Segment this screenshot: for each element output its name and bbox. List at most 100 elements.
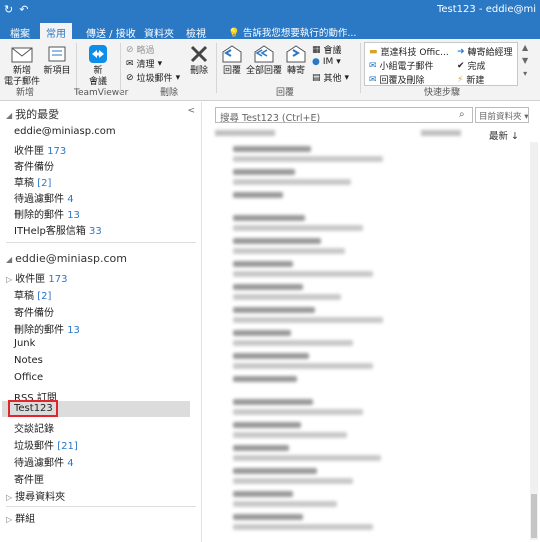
quick-step-item[interactable]: ✉ 小組電子郵件 [369, 59, 434, 73]
undo-icon[interactable]: ↶ [19, 3, 28, 16]
forward-manager-icon: ➜ [457, 46, 465, 57]
scrollbar[interactable] [530, 142, 538, 540]
tab-view[interactable]: 檢視 [180, 23, 212, 40]
sidebar-item-notes[interactable]: Notes [14, 355, 43, 366]
im-button[interactable]: ● IM ▾ [312, 57, 341, 67]
sort-order[interactable]: 最新 ↓ [489, 128, 519, 142]
message-row[interactable] [233, 514, 303, 520]
tab-send-receive[interactable]: 傳送 / 接收 [80, 23, 142, 40]
unread-count: 4 [67, 194, 74, 205]
sidebar-item-drafts[interactable]: 草稿 [2] [14, 287, 51, 302]
reply-all-button[interactable]: 全部回覆 [246, 43, 282, 77]
tab-folder[interactable]: 資料夾 [138, 23, 180, 40]
forward-button[interactable]: 轉寄 [284, 43, 308, 77]
message-row[interactable] [233, 330, 291, 336]
group-delete-label: 刪除 [160, 88, 179, 98]
message-row[interactable] [233, 353, 309, 359]
message-row[interactable] [233, 192, 283, 198]
lightning-icon: ⚡ [457, 74, 464, 85]
search-scope-select[interactable]: 目前資料夾 ▾ [475, 107, 529, 123]
message-row[interactable] [233, 468, 317, 474]
sidebar-item-test123[interactable]: Test123 [14, 403, 53, 414]
ribbon-tab-bar: 檔案 常用 傳送 / 接收 資料夾 檢視 💡 告訴我您想要執行的動作... [0, 20, 540, 40]
chevron-down-icon: ▾ [344, 72, 350, 83]
message-row[interactable] [233, 215, 305, 221]
teamviewer-meeting-button[interactable]: 新 會議 [82, 43, 114, 88]
sidebar-item-inbox[interactable]: ▷ 收件匣 173 [6, 270, 67, 285]
message-row[interactable] [233, 491, 293, 497]
message-row[interactable] [233, 238, 321, 244]
message-row[interactable] [233, 261, 293, 267]
mailbox-account-header[interactable]: ◢ eddie@miniasp.com [6, 252, 127, 265]
new-items-label: 新項目 [43, 66, 71, 76]
sidebar-item-junk[interactable]: Junk [14, 338, 35, 349]
message-preview [233, 455, 381, 461]
groups-header[interactable]: ▷ 群組 [6, 510, 35, 525]
chevron-right-icon[interactable]: ▷ [6, 493, 12, 502]
sidebar-item-ithelp-fav[interactable]: ITHelp客服信箱 33 [14, 222, 102, 237]
group-new-label: 新增 [16, 88, 35, 98]
group-respond-label: 回覆 [276, 88, 295, 98]
sidebar-item-deleted-fav[interactable]: 刪除的郵件 13 [14, 206, 80, 221]
more-icon: ▤ [312, 72, 321, 83]
quick-step-item[interactable]: ✉ 回覆及刪除 [369, 73, 425, 87]
favorites-header[interactable]: ◢ 我的最愛 [6, 106, 59, 122]
message-row[interactable] [233, 445, 289, 451]
sidebar-item-sent-fav[interactable]: 寄件備份 [14, 158, 54, 173]
search-icon[interactable]: ⌕ [459, 109, 465, 120]
more-respond-button[interactable]: ▤ 其他 ▾ [312, 71, 350, 85]
search-input[interactable]: 搜尋 Test123 (Ctrl+E) [215, 107, 473, 124]
reply-button[interactable]: 回覆 [220, 43, 244, 77]
sidebar-item-office[interactable]: Office [14, 372, 43, 383]
sidebar-item-sent[interactable]: 寄件備份 [14, 304, 54, 319]
tab-home[interactable]: 常用 [40, 23, 72, 40]
sidebar-item-outbox[interactable]: 寄件匣 [14, 471, 44, 486]
chevron-right-icon[interactable]: ▷ [6, 515, 12, 524]
sidebar-item-drafts-fav[interactable]: 草稿 [2] [14, 174, 51, 189]
message-row[interactable] [233, 307, 315, 313]
message-row[interactable] [233, 399, 313, 405]
sidebar-item-junk-email[interactable]: 垃圾郵件 [21] [14, 437, 78, 452]
quick-step-item[interactable]: ▬ 崑達科技 Offic... [369, 45, 449, 59]
new-email-button[interactable]: 新增 電子郵件 [4, 43, 40, 88]
message-row[interactable] [233, 146, 311, 152]
message-preview [233, 501, 337, 507]
folder-label: Test123 [14, 403, 53, 414]
new-items-button[interactable]: 新項目 [42, 43, 72, 77]
filter-tabs-blurred [215, 130, 275, 136]
message-row[interactable] [233, 169, 295, 175]
sidebar-item-search-folders[interactable]: ▷ 搜尋資料夾 [6, 488, 65, 503]
ignore-button[interactable]: ⊘ 略過 [126, 43, 155, 57]
message-row[interactable] [233, 284, 303, 290]
scrollbar-thumb[interactable] [531, 494, 537, 538]
message-row[interactable] [233, 422, 301, 428]
sidebar-item-deleted[interactable]: 刪除的郵件 13 [14, 321, 80, 336]
quick-steps-scroll[interactable]: ▲ ▼ ▾ [522, 43, 528, 78]
sync-icon[interactable]: ↻ [4, 3, 13, 16]
sidebar-item-inbox-fav[interactable]: 收件匣 173 [14, 142, 66, 157]
sidebar-item-pending[interactable]: 待過濾郵件 4 [14, 454, 74, 469]
chevron-right-icon[interactable]: ▷ [6, 275, 12, 284]
quick-step-item[interactable]: ➜ 轉寄給經理 [457, 45, 513, 59]
ignore-icon: ⊘ [126, 44, 134, 55]
junk-button[interactable]: ⊘ 垃圾郵件 ▾ [126, 71, 180, 85]
collapse-pane-icon[interactable]: < [187, 106, 195, 116]
quick-step-item[interactable]: ✔ 完成 [457, 59, 486, 73]
folder-label: Office [14, 372, 44, 383]
delete-button[interactable]: 刪除 [186, 43, 212, 77]
groups-label: 群組 [15, 514, 36, 525]
tab-file[interactable]: 檔案 [4, 23, 36, 40]
reply-label: 回覆 [222, 66, 241, 76]
message-preview [233, 363, 373, 369]
cleanup-icon: ✉ [126, 58, 134, 69]
tell-me-box[interactable]: 💡 告訴我您想要執行的動作... [228, 25, 356, 39]
message-row[interactable] [233, 376, 297, 382]
meeting-button[interactable]: ▦ 會議 [312, 43, 342, 57]
quick-step-item[interactable]: ⚡ 新建 [457, 73, 484, 87]
cleanup-button[interactable]: ✉ 清理 ▾ [126, 57, 162, 71]
favorites-account[interactable]: eddie@miniasp.com [14, 126, 116, 137]
message-preview [233, 225, 363, 231]
sidebar-item-conversation-history[interactable]: 交談記錄 [14, 420, 54, 435]
quick-step-label: 回覆及刪除 [379, 76, 425, 86]
sidebar-item-pending-fav[interactable]: 待過濾郵件 4 [14, 190, 74, 205]
